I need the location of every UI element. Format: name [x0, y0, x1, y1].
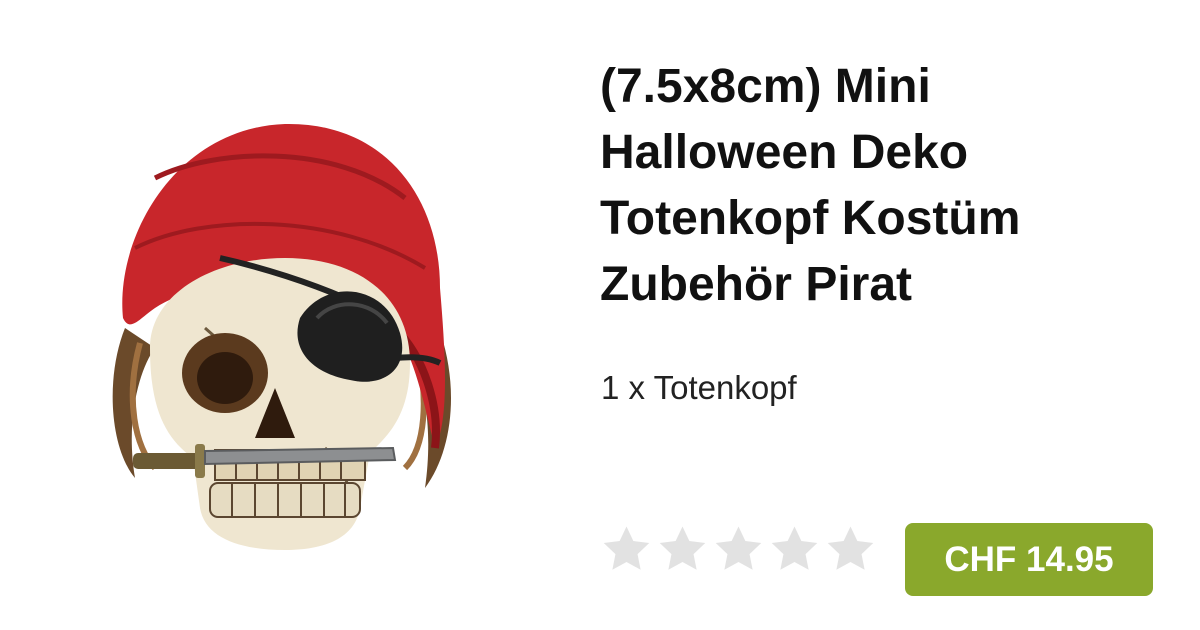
star-icon [827, 526, 874, 570]
star-icon [603, 526, 650, 570]
price-badge: CHF 14.95 [905, 523, 1153, 596]
star-icon [659, 526, 706, 570]
star-rating [600, 522, 877, 580]
product-image-pirate-skull [112, 123, 452, 550]
star-icon [771, 526, 818, 570]
star-icon [715, 526, 762, 570]
product-subtitle: 1 x Totenkopf [601, 369, 797, 406]
product-title: (7.5x8cm) Mini Halloween Deko Totenkopf … [600, 60, 1021, 311]
